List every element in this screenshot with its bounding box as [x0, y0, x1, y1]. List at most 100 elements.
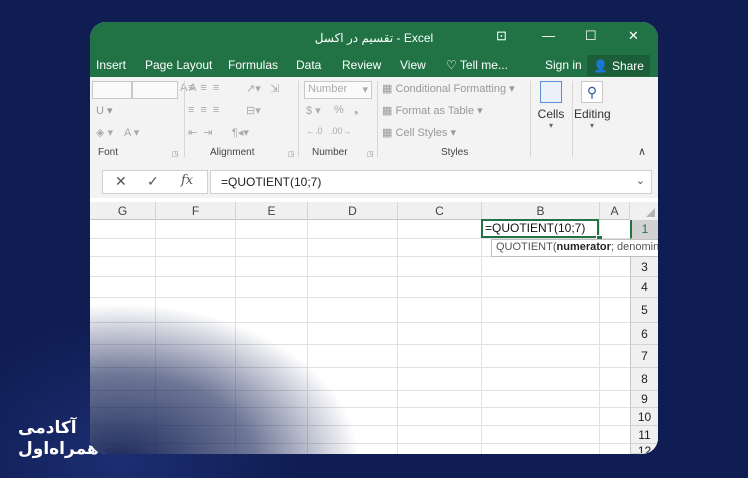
enter-icon[interactable]: ✓: [147, 173, 159, 190]
row-header-8[interactable]: 8: [630, 368, 658, 391]
row-header-5[interactable]: 5: [630, 298, 658, 323]
group-label-font: Font: [98, 147, 119, 158]
minimize-icon[interactable]: —: [542, 28, 555, 43]
tab-formulas[interactable]: Formulas: [228, 58, 278, 72]
group-label-alignment: Alignment: [210, 147, 255, 158]
gridline: [90, 322, 630, 323]
cell-styles-button[interactable]: ▦ Cell Styles ▾: [382, 126, 456, 139]
window-title: تقسیم در اکسل - Excel: [314, 31, 434, 45]
cancel-icon[interactable]: ✕: [115, 173, 127, 190]
merge-center-icon[interactable]: ⊟▾: [246, 104, 261, 117]
group-label-number: Number: [312, 147, 348, 158]
ribbon-separator: [377, 81, 378, 157]
text-direction-icon[interactable]: ¶◂▾: [232, 126, 249, 139]
cells-icon: [540, 81, 562, 103]
comma-style-icon[interactable]: ❟: [354, 104, 358, 117]
percent-icon[interactable]: %: [334, 104, 344, 116]
insert-function-icon[interactable]: fx: [181, 173, 193, 188]
ribbon: A A U ▾ ◈ ▾ A ▾ Font ◳ ≡≡≡ ↗▾ ⇲ ≡≡≡ ⊟▾ ⇤…: [90, 77, 658, 161]
horizontal-align-icons[interactable]: ≡≡≡: [188, 104, 225, 116]
tab-view[interactable]: View: [400, 58, 426, 72]
formula-buttons: ✕ ✓ fx: [102, 170, 208, 194]
collapse-ribbon-icon[interactable]: ∧: [638, 145, 646, 158]
gridline: [90, 390, 630, 391]
number-format-dropdown[interactable]: Number ▾: [304, 81, 372, 99]
maximize-icon[interactable]: ☐: [585, 28, 597, 44]
lightbulb-icon: ♡: [446, 58, 457, 72]
row-header-10[interactable]: 10: [630, 408, 658, 426]
active-cell-text: =QUOTIENT(10;7): [485, 221, 586, 235]
cell-styles-label: Cell Styles: [395, 127, 448, 139]
tooltip-function[interactable]: QUOTIENT(: [496, 241, 557, 253]
indent-icons[interactable]: ⇤⇥: [188, 126, 218, 139]
column-header-f[interactable]: F: [156, 202, 236, 220]
tab-data[interactable]: Data: [296, 58, 321, 72]
brand-logo: آکادمی همراه‌اول: [18, 418, 99, 460]
row-header-3[interactable]: 3: [630, 257, 658, 277]
vertical-align-icons[interactable]: ≡≡≡: [188, 82, 225, 94]
expand-formula-bar-icon[interactable]: ⌄: [636, 174, 645, 187]
formula-text: =QUOTIENT(10;7): [221, 175, 322, 189]
font-size-dropdown[interactable]: [132, 81, 178, 99]
ribbon-separator: [184, 81, 185, 157]
gridline: [90, 297, 630, 298]
tab-page-layout[interactable]: Page Layout: [145, 58, 212, 72]
currency-icon[interactable]: $ ▾: [306, 104, 321, 117]
tooltip-arg-rest: ; denominator): [610, 241, 658, 253]
person-icon: 👤: [593, 58, 608, 73]
format-as-table-button[interactable]: ▦ Format as Table ▾: [382, 104, 483, 117]
editing-button[interactable]: ⚲ Editing ▾: [574, 79, 611, 141]
column-header-c[interactable]: C: [398, 202, 482, 220]
cells-label: Cells: [537, 107, 565, 121]
active-cell-b1[interactable]: =QUOTIENT(10;7): [481, 219, 599, 238]
font-color-icon[interactable]: A ▾: [124, 126, 139, 139]
gridline: [90, 367, 630, 368]
cells-button[interactable]: Cells ▾: [536, 79, 566, 141]
gridline: [90, 276, 630, 277]
column-header-d[interactable]: D: [308, 202, 398, 220]
tell-me-box[interactable]: ♡ Tell me...: [446, 58, 508, 72]
select-all-corner[interactable]: [630, 202, 658, 221]
ribbon-separator: [530, 81, 531, 157]
tab-review[interactable]: Review: [342, 58, 381, 72]
chevron-down-icon: ▾: [548, 121, 553, 130]
wrap-text-icon[interactable]: ⇲: [270, 82, 279, 95]
column-header-a[interactable]: A: [600, 202, 630, 220]
underline-icon[interactable]: U ▾: [96, 104, 113, 117]
group-label-styles: Styles: [441, 147, 469, 158]
row-header-4[interactable]: 4: [630, 277, 658, 298]
tab-insert[interactable]: Insert: [96, 58, 126, 72]
number-format-value: Number: [308, 83, 348, 95]
column-header-g[interactable]: G: [90, 202, 156, 220]
gridline: [90, 425, 630, 426]
share-button[interactable]: 👤 Share: [587, 55, 650, 76]
column-header-e[interactable]: E: [236, 202, 308, 220]
column-header-b[interactable]: B: [482, 202, 600, 220]
font-launcher-icon[interactable]: ◳: [172, 150, 179, 158]
ribbon-display-options-icon[interactable]: ⊡: [496, 28, 507, 44]
alignment-launcher-icon[interactable]: ◳: [288, 150, 295, 158]
font-name-dropdown[interactable]: [92, 81, 132, 99]
brand-line-2: همراه‌اول: [18, 439, 99, 459]
gridline: [90, 407, 630, 408]
row-header-7[interactable]: 7: [630, 345, 658, 368]
function-tooltip: QUOTIENT(numerator; denominator): [491, 239, 658, 257]
orientation-icon[interactable]: ↗▾: [246, 82, 261, 95]
increase-decimal-icon[interactable]: ←.0: [306, 126, 323, 136]
chevron-down-icon: ▾: [362, 84, 368, 96]
formula-input[interactable]: =QUOTIENT(10;7) ⌄: [210, 170, 652, 194]
ribbon-separator: [572, 81, 573, 157]
row-header-9[interactable]: 9: [630, 391, 658, 408]
conditional-formatting-button[interactable]: ▦ Conditional Formatting ▾: [382, 82, 515, 95]
fill-color-icon[interactable]: ◈ ▾: [96, 126, 113, 139]
decrease-decimal-icon[interactable]: .00→: [330, 126, 352, 136]
row-header-1[interactable]: 1: [630, 220, 658, 239]
close-icon[interactable]: ✕: [628, 28, 639, 44]
conditional-formatting-label: Conditional Formatting: [395, 83, 507, 95]
sign-in-link[interactable]: Sign in: [545, 58, 582, 72]
row-header-11[interactable]: 11: [630, 426, 658, 444]
row-header-6[interactable]: 6: [630, 323, 658, 345]
number-launcher-icon[interactable]: ◳: [367, 150, 374, 158]
tooltip-arg-numerator[interactable]: numerator: [557, 241, 611, 253]
row-header-12[interactable]: 12: [630, 444, 658, 454]
